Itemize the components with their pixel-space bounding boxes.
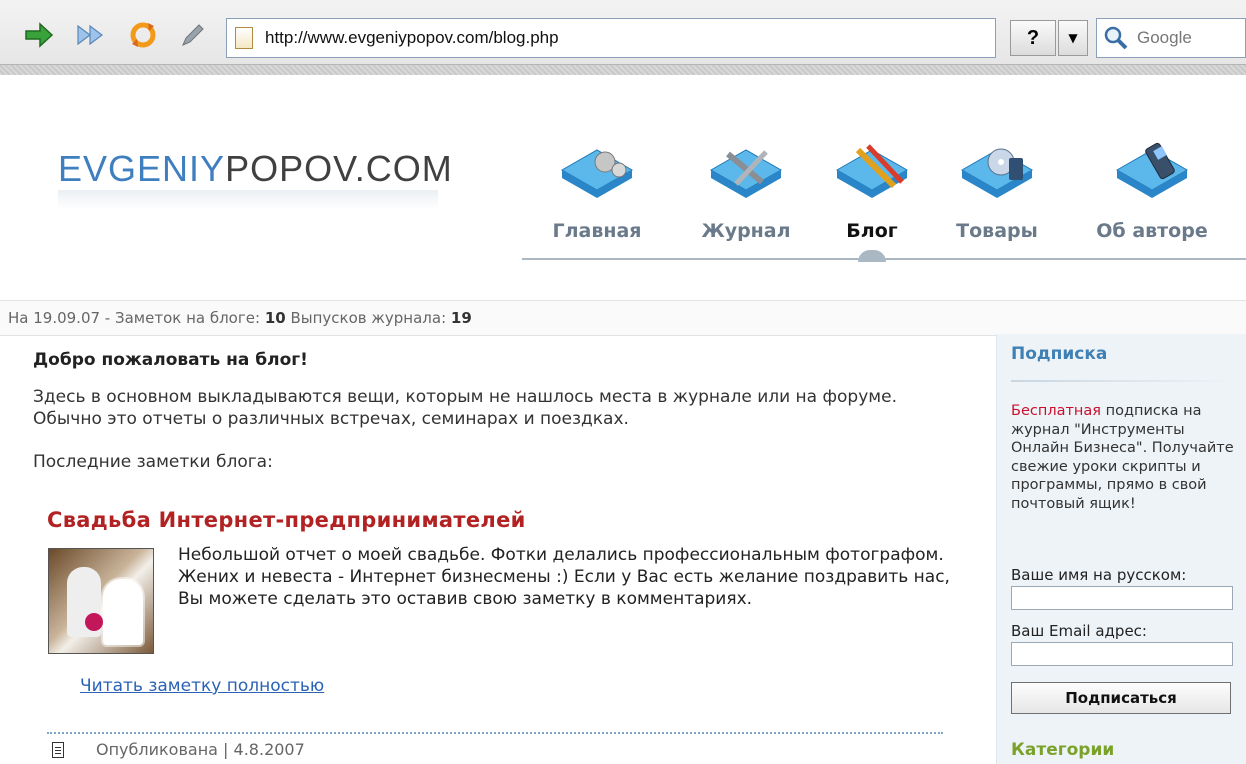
notes-count: 10 bbox=[264, 309, 286, 327]
nav-label-journal: Журнал bbox=[701, 220, 791, 242]
chevron-down-icon[interactable]: ▼ bbox=[1058, 20, 1088, 56]
logo-part-1: EVGENIY bbox=[58, 148, 226, 189]
post-divider bbox=[47, 732, 943, 734]
stats-bar: На 19.09.07 - Заметок на блоге: 10 Выпус… bbox=[0, 300, 1246, 336]
subscribe-heading: Подписка bbox=[1011, 344, 1108, 364]
categories-heading: Категории bbox=[1011, 740, 1115, 760]
subscribe-text: Бесплатная подписка на журнал "Инструмен… bbox=[1011, 402, 1246, 513]
nav-item-products[interactable]: Товары bbox=[954, 140, 1040, 242]
free-word: Бесплатная bbox=[1011, 403, 1102, 419]
welcome-heading: Добро пожаловать на блог! bbox=[33, 350, 308, 370]
nav-label-blog: Блог bbox=[846, 220, 898, 242]
search-input[interactable]: Google bbox=[1096, 18, 1246, 58]
nav-item-main[interactable]: Главная bbox=[552, 140, 642, 242]
logo-reflection bbox=[58, 190, 438, 210]
stats-prefix: На 19.09.07 - Заметок на блоге: bbox=[8, 309, 261, 327]
nav-item-journal[interactable]: Журнал bbox=[700, 140, 792, 242]
page-icon bbox=[235, 27, 253, 49]
url-text: http://www.evgeniypopov.com/blog.php bbox=[265, 28, 559, 47]
read-more-link[interactable]: Читать заметку полностью bbox=[80, 676, 324, 696]
gears-icon bbox=[560, 149, 634, 198]
post-meta: Опубликована | 4.8.2007 bbox=[96, 740, 305, 759]
reload-icon[interactable] bbox=[126, 18, 160, 52]
post-title[interactable]: Свадьба Интернет-предпринимателей bbox=[47, 508, 526, 532]
nav-label-main: Главная bbox=[552, 220, 642, 242]
sidebar-rule bbox=[1011, 380, 1237, 382]
email-field[interactable] bbox=[1011, 642, 1233, 666]
search-placeholder: Google bbox=[1137, 28, 1192, 47]
nav-item-about[interactable]: Об авторе bbox=[1094, 140, 1210, 242]
browser-toolbar: http://www.evgeniypopov.com/blog.php ? ▼… bbox=[0, 0, 1246, 75]
phone-icon bbox=[1115, 142, 1189, 198]
help-button[interactable]: ? bbox=[1010, 20, 1056, 56]
issues-count: 19 bbox=[450, 309, 472, 327]
sidebar: Подписка Бесплатная подписка на журнал "… bbox=[996, 334, 1246, 764]
nav-label-about: Об авторе bbox=[1096, 220, 1208, 242]
disc-icon bbox=[960, 148, 1034, 198]
latest-notes-label: Последние заметки блога: bbox=[33, 452, 273, 472]
address-bar[interactable]: http://www.evgeniypopov.com/blog.php bbox=[226, 18, 996, 58]
subscribe-button[interactable]: Подписаться bbox=[1011, 682, 1231, 714]
document-icon bbox=[52, 742, 64, 758]
tools-icon bbox=[709, 149, 783, 198]
pen-icon[interactable] bbox=[176, 18, 210, 52]
post-thumbnail[interactable] bbox=[48, 548, 154, 654]
name-field[interactable] bbox=[1011, 586, 1233, 610]
site-logo[interactable]: EVGENIYPOPOV.COM bbox=[58, 148, 453, 190]
intro-text: Здесь в основном выкладываются вещи, кот… bbox=[33, 387, 897, 429]
pencils-icon bbox=[835, 144, 909, 198]
fast-forward-icon[interactable] bbox=[74, 18, 108, 52]
issues-label: Выпусков журнала: bbox=[290, 309, 447, 327]
subscribe-description: подписка на журнал "Инструменты Онлайн Б… bbox=[1011, 403, 1234, 512]
post-excerpt: Небольшой отчет о моей свадьбе. Фотки де… bbox=[178, 545, 950, 609]
nav-label-products: Товары bbox=[956, 220, 1038, 242]
name-label: Ваше имя на русском: bbox=[1011, 566, 1187, 584]
logo-part-2: POPOV.COM bbox=[225, 148, 453, 189]
forward-arrow-icon[interactable] bbox=[22, 18, 56, 52]
main-content: Добро пожаловать на блог! Здесь в основн… bbox=[0, 334, 990, 764]
search-icon bbox=[1104, 26, 1128, 50]
nav-item-blog[interactable]: Блог bbox=[832, 140, 912, 242]
email-label: Ваш Email адрес: bbox=[1011, 622, 1147, 640]
toolbar-separator bbox=[0, 64, 1246, 75]
active-tab-indicator bbox=[858, 250, 886, 262]
